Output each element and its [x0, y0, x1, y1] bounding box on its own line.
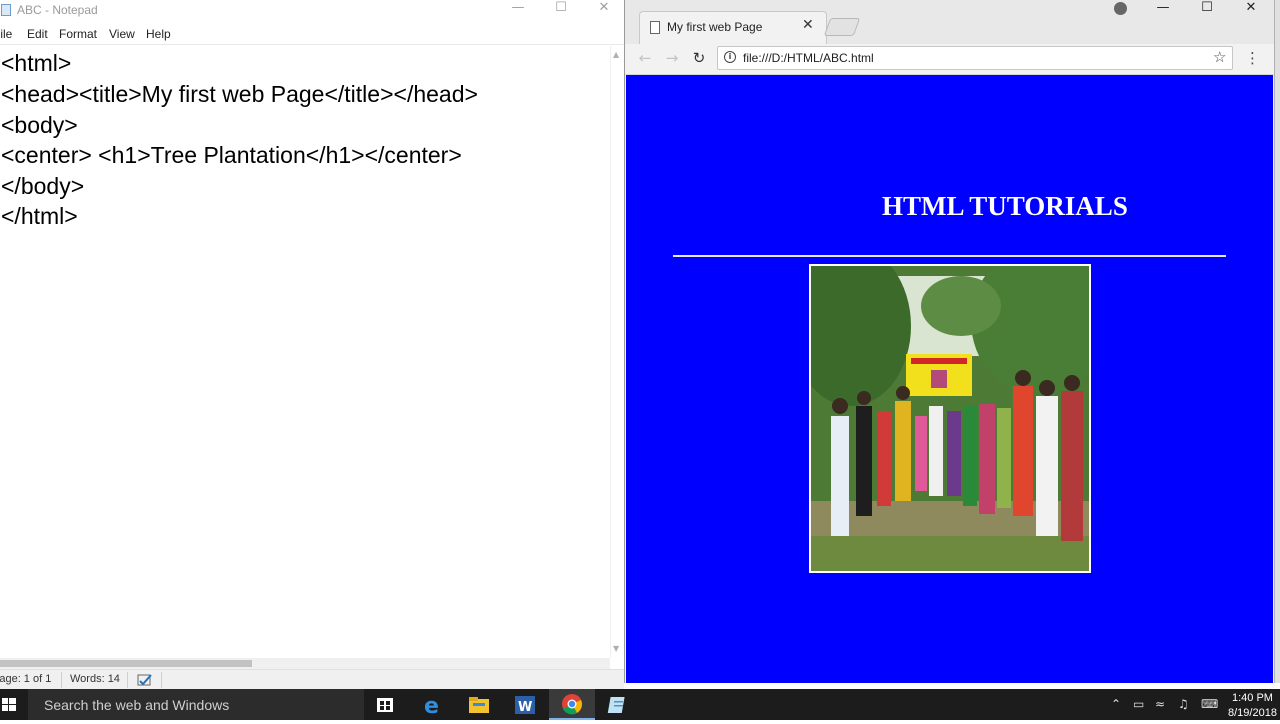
- horizontal-scroll-thumb[interactable]: [0, 660, 252, 667]
- tree-plantation-photo: [809, 264, 1091, 573]
- status-divider: [127, 672, 128, 688]
- new-tab-button[interactable]: [823, 18, 861, 36]
- scroll-down-icon[interactable]: ▼: [613, 644, 619, 653]
- notepad-window-title: ABC - Notepad: [17, 3, 98, 17]
- code-line-5: </body>: [1, 173, 85, 199]
- menu-format[interactable]: Format: [59, 27, 97, 41]
- file-explorer-icon[interactable]: [456, 689, 502, 720]
- word-icon[interactable]: W: [502, 689, 548, 720]
- desktop-edge: [1274, 0, 1280, 683]
- spell-check-icon: [137, 672, 153, 686]
- taskbar-search-box[interactable]: Search the web and Windows: [28, 689, 364, 720]
- horizontal-rule: [673, 255, 1226, 257]
- maximize-icon[interactable]: ☐: [1185, 0, 1229, 18]
- code-line-4: <center> <h1>Tree Plantation</h1></cente…: [1, 142, 462, 168]
- network-icon[interactable]: ≈: [1155, 697, 1165, 711]
- profile-icon[interactable]: [1114, 2, 1127, 15]
- status-words: Words: 14: [70, 673, 120, 685]
- code-line-2: <head><title>My first web Page</title></…: [1, 81, 478, 107]
- menu-view[interactable]: View: [109, 27, 135, 41]
- store-icon[interactable]: [362, 689, 408, 720]
- close-icon[interactable]: ✕: [582, 0, 626, 22]
- search-placeholder: Search the web and Windows: [44, 697, 230, 713]
- back-arrow-icon[interactable]: ←: [635, 48, 655, 68]
- document-icon: [650, 21, 660, 34]
- volume-icon[interactable]: ♫: [1178, 697, 1189, 711]
- menu-help[interactable]: Help: [146, 27, 171, 41]
- chrome-icon[interactable]: [549, 689, 595, 720]
- info-icon[interactable]: i: [724, 51, 736, 63]
- clock-time[interactable]: 1:40 PM: [1232, 692, 1273, 704]
- notepad-app-icon: [1, 4, 11, 16]
- notepad-title-bar[interactable]: ABC - Notepad — ☐ ✕: [0, 0, 624, 22]
- clock-date[interactable]: 8/19/2018: [1228, 707, 1277, 719]
- address-bar[interactable]: i file:///D:/HTML/ABC.html ☆: [717, 46, 1233, 70]
- start-button[interactable]: [0, 689, 28, 720]
- chevron-up-icon[interactable]: ⌃: [1111, 697, 1121, 711]
- code-line-6: </html>: [1, 203, 78, 229]
- notepad-horizontal-scrollbar[interactable]: [0, 658, 610, 669]
- minimize-icon[interactable]: —: [496, 0, 540, 22]
- windows-taskbar: Search the web and Windows e W ⌃ ▭ ≈ ♫ ⌨…: [0, 689, 1280, 720]
- code-line-3: <body>: [1, 112, 78, 138]
- chrome-menu-icon[interactable]: ⋮: [1245, 49, 1260, 67]
- notepad-icon[interactable]: [596, 689, 642, 720]
- menu-file[interactable]: File: [0, 27, 12, 41]
- tab-title: My first web Page: [667, 20, 763, 34]
- chrome-window: My first web Page ✕ — ☐ ✕ ← → ↻ i file:/…: [624, 0, 1275, 683]
- status-page: Page: 1 of 1: [0, 673, 52, 685]
- browser-toolbar: ← → ↻ i file:///D:/HTML/ABC.html ☆ ⋮: [625, 44, 1275, 75]
- notepad-status-bar: Page: 1 of 1 Words: 14: [0, 669, 624, 690]
- scroll-up-icon[interactable]: ▲: [613, 50, 619, 59]
- notepad-window: ABC - Notepad — ☐ ✕ File Edit Format Vie…: [0, 0, 625, 690]
- code-line-1: <html>: [1, 50, 72, 76]
- notepad-menu-bar: File Edit Format View Help: [0, 24, 624, 45]
- reload-icon[interactable]: ↻: [689, 48, 709, 68]
- edge-icon[interactable]: e: [410, 689, 456, 720]
- web-page-viewport: HTML TUTORIALS: [626, 75, 1273, 683]
- notepad-vertical-scrollbar[interactable]: ▲ ▼: [610, 46, 625, 658]
- svg-text:e: e: [424, 694, 439, 719]
- tab-strip: My first web Page ✕ — ☐ ✕: [625, 0, 1275, 45]
- tab-close-icon[interactable]: ✕: [802, 17, 814, 33]
- menu-edit[interactable]: Edit: [27, 27, 48, 41]
- bookmark-star-icon[interactable]: ☆: [1213, 48, 1226, 66]
- tab-my-first-web-page[interactable]: My first web Page ✕: [639, 11, 827, 45]
- page-heading: HTML TUTORIALS: [882, 191, 1128, 221]
- close-icon[interactable]: ✕: [1229, 0, 1273, 18]
- minimize-icon[interactable]: —: [1141, 0, 1185, 18]
- svg-text:W: W: [518, 700, 532, 715]
- url-text: file:///D:/HTML/ABC.html: [743, 51, 874, 65]
- maximize-icon[interactable]: ☐: [539, 0, 583, 22]
- status-divider: [61, 672, 62, 688]
- language-icon[interactable]: ⌨: [1201, 697, 1218, 711]
- status-divider: [161, 672, 162, 688]
- notepad-text-area[interactable]: <html> <head><title>My first web Page</t…: [0, 46, 610, 658]
- battery-icon[interactable]: ▭: [1133, 697, 1144, 711]
- forward-arrow-icon[interactable]: →: [662, 48, 682, 68]
